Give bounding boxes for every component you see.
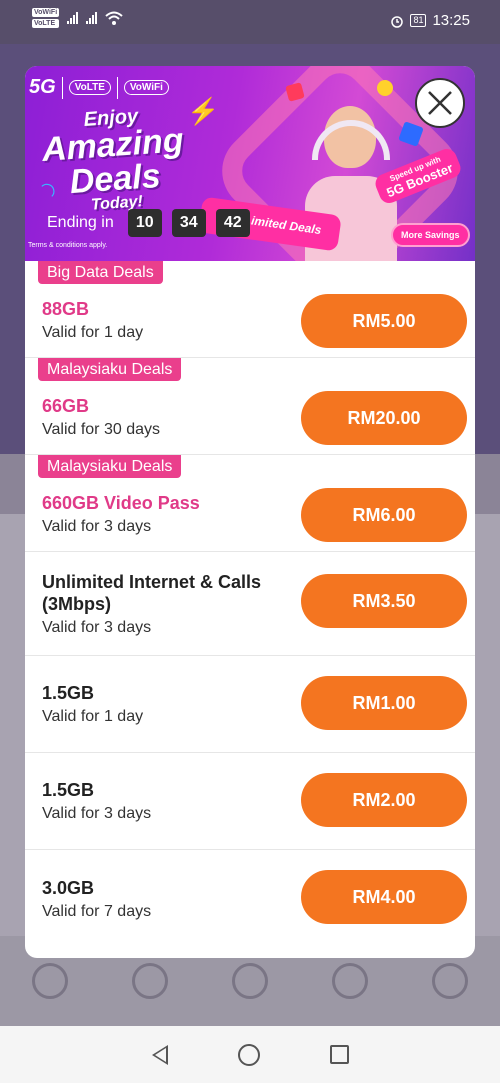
deal-row: Big Data Deals 88GB Valid for 1 day RM5.… bbox=[25, 261, 475, 358]
countdown-seconds: 42 bbox=[215, 209, 250, 237]
close-icon bbox=[428, 91, 452, 115]
countdown-hours: 10 bbox=[127, 209, 162, 237]
signal-icon-2 bbox=[86, 12, 98, 24]
back-icon[interactable] bbox=[151, 1044, 168, 1065]
close-button[interactable] bbox=[415, 78, 465, 128]
countdown-minutes: 34 bbox=[171, 209, 206, 237]
usage-tab-icon bbox=[132, 963, 168, 999]
deal-row: Malaysiaku Deals 660GB Video Pass Valid … bbox=[25, 455, 475, 552]
volte-logo: VoLTE bbox=[68, 80, 111, 95]
deal-tag: Malaysiaku Deals bbox=[38, 358, 182, 381]
buy-button[interactable]: RM2.00 bbox=[301, 773, 467, 827]
vowifi-logo: VoWiFi bbox=[123, 80, 169, 95]
buy-button[interactable]: RM1.00 bbox=[301, 676, 467, 730]
battery-icon: 81 bbox=[410, 14, 427, 27]
deals-modal: 5G VoLTE VoWiFi ⚡ Enjoy Amazing Deals To… bbox=[25, 66, 475, 958]
status-left: VoWiFi VoLTE bbox=[32, 8, 123, 28]
promo-banner[interactable]: 5G VoLTE VoWiFi ⚡ Enjoy Amazing Deals To… bbox=[25, 66, 475, 261]
system-nav-bar bbox=[0, 1026, 500, 1083]
alarm-icon bbox=[391, 15, 404, 28]
more-tab-icon bbox=[432, 963, 468, 999]
terms-note: Terms & conditions apply. bbox=[28, 242, 108, 249]
addons-tab-icon bbox=[232, 963, 268, 999]
countdown-label: Ending in bbox=[47, 214, 114, 231]
home-tab-icon bbox=[32, 963, 68, 999]
deal-row: 1.5GB Valid for 1 day RM1.00 bbox=[25, 656, 475, 753]
lightning-icon: ⚡ bbox=[187, 96, 220, 126]
vowifi-tag: VoWiFi bbox=[32, 8, 60, 17]
buy-button[interactable]: RM20.00 bbox=[301, 391, 467, 445]
banner-headline: Enjoy Amazing Deals Today! bbox=[40, 105, 185, 214]
recents-icon[interactable] bbox=[329, 1045, 349, 1064]
status-bar: VoWiFi VoLTE 81 13:25 bbox=[0, 0, 500, 44]
buy-button[interactable]: RM4.00 bbox=[301, 870, 467, 924]
status-right: 81 13:25 bbox=[390, 12, 470, 29]
deal-tag: Big Data Deals bbox=[38, 261, 163, 284]
emoji-deco-icon bbox=[377, 80, 393, 96]
buy-button[interactable]: RM5.00 bbox=[301, 294, 467, 348]
brand-row: 5G VoLTE VoWiFi bbox=[29, 76, 169, 99]
buy-button[interactable]: RM3.50 bbox=[301, 574, 467, 628]
deal-row: Unlimited Internet & Calls (3Mbps) Valid… bbox=[25, 552, 475, 656]
more-savings-button[interactable]: More Savings bbox=[391, 223, 470, 247]
calling-tags: VoWiFi VoLTE bbox=[32, 8, 60, 28]
deal-row: 1.5GB Valid for 3 days RM2.00 bbox=[25, 753, 475, 850]
deal-row: Malaysiaku Deals 66GB Valid for 30 days … bbox=[25, 358, 475, 455]
signal-icon bbox=[67, 12, 79, 24]
clock: 13:25 bbox=[432, 12, 470, 29]
wifi-icon bbox=[105, 11, 123, 25]
5g-logo: 5G bbox=[29, 76, 56, 98]
deal-row: 3.0GB Valid for 7 days RM4.00 bbox=[25, 850, 475, 947]
deal-tag: Malaysiaku Deals bbox=[38, 455, 182, 478]
heart-deco-icon bbox=[285, 82, 305, 102]
volte-tag: VoLTE bbox=[32, 19, 60, 28]
buy-button[interactable]: RM6.00 bbox=[301, 488, 467, 542]
headphones-icon bbox=[312, 120, 390, 160]
countdown-timer: Ending in 10 34 42 bbox=[47, 209, 250, 237]
rewards-tab-icon bbox=[332, 963, 368, 999]
deal-title: Unlimited Internet & Calls (3Mbps) bbox=[42, 571, 262, 614]
deals-list: Big Data Deals 88GB Valid for 1 day RM5.… bbox=[25, 261, 475, 947]
home-icon[interactable] bbox=[237, 1043, 260, 1066]
